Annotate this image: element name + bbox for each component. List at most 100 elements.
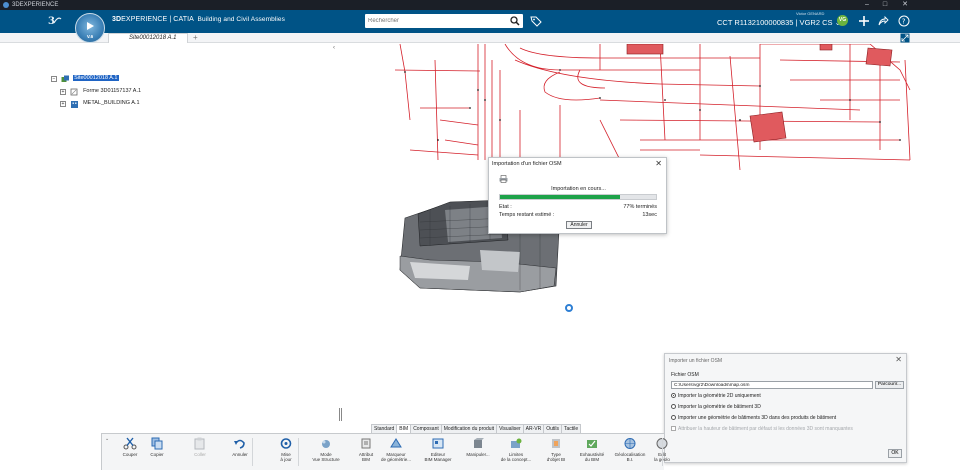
site-node-icon (61, 75, 69, 82)
cancel-button[interactable]: Annuler (566, 221, 592, 229)
bim-completeness-tool-button[interactable]: Exhaustivité du BIM (572, 437, 612, 462)
radio-icon[interactable] (671, 404, 676, 410)
search-icon[interactable] (510, 15, 520, 27)
search-input[interactable] (368, 15, 508, 27)
option-2d-only[interactable]: Importer la géométrie 2D uniquement (671, 393, 761, 399)
minimize-icon[interactable]: – (858, 0, 876, 10)
tree-label[interactable]: METAL_BUILDING A.1 (82, 100, 140, 106)
paste-tool-button[interactable]: Coller (180, 437, 220, 457)
option-3d-in-products[interactable]: Importer une géométrie de bâtiments 3D d… (671, 415, 836, 421)
close-icon[interactable]: ✕ (655, 159, 662, 168)
expand-toggle-icon[interactable]: + (60, 100, 66, 107)
maximize-icon[interactable]: □ (876, 0, 894, 10)
tab-composant[interactable]: Composant (410, 424, 442, 433)
option-label: Importer une géométrie de bâtiments 3D d… (678, 415, 837, 421)
osm-file-path-input[interactable] (671, 381, 873, 389)
manipulate-icon (471, 437, 485, 450)
progress-status: Importation en cours... (551, 186, 606, 192)
add-tab-button[interactable]: + (193, 33, 198, 42)
geolocation-icon (623, 437, 637, 450)
panel-splitter-icon[interactable]: ‹ (333, 45, 335, 51)
ds-logo-icon: 3 (48, 14, 62, 29)
tool-label: Coller (194, 452, 206, 457)
tab-site-document[interactable]: Site00012018 A.1 (108, 33, 188, 43)
close-icon[interactable]: ✕ (896, 0, 914, 10)
browse-button[interactable]: Parcourir... (875, 381, 904, 389)
brand-rest: EXPERIENCE | CATIA (121, 16, 194, 23)
tab-modification-du-produit[interactable]: Modification du produit (440, 424, 498, 433)
bim-manager-tool-button[interactable]: Editeur BIM Manager (418, 437, 458, 462)
app-window: 3DEXPERIENCE – □ ✕ 3 3DEXPERIENCE | CATI… (0, 0, 960, 470)
tool-label-line2: à jour (280, 457, 292, 462)
close-icon[interactable]: ✕ (895, 355, 902, 364)
object-type-tool-button[interactable]: Type d'objet BI (536, 437, 576, 462)
compass-widget[interactable]: V.6 (75, 13, 105, 43)
panel-title: Importer un fichier OSM (669, 358, 723, 364)
fullscreen-icon[interactable] (900, 33, 910, 43)
osm-import-panel: Importer un fichier OSM ✕ Fichier OSM Pa… (664, 353, 907, 463)
default-height-checkbox-row[interactable]: Attribuer la hauteur de bâtiment par déf… (671, 426, 853, 432)
copy-tool-button[interactable]: Copier (137, 437, 177, 457)
option-label: Importer la géométrie de bâtiment 3D (678, 404, 761, 410)
checkbox-icon[interactable] (671, 426, 676, 432)
undo-tool-button[interactable]: Annuler (220, 437, 260, 457)
tab-ar-vr[interactable]: AR-VR (522, 424, 545, 433)
toolbar-separator (252, 438, 253, 466)
compass-version: V.6 (86, 34, 94, 39)
option-label: Importer la géométrie 2D uniquement (678, 393, 761, 399)
bim-attribute-icon (359, 437, 373, 450)
checkbox-label: Attribuer la hauteur de bâtiment par déf… (678, 426, 853, 432)
bim-completeness-icon (585, 437, 599, 450)
tree-label[interactable]: Forme 3D01157137 A.1 (82, 88, 142, 94)
add-icon[interactable] (858, 15, 870, 27)
manipulate-tool-button[interactable]: Manipuler... (458, 437, 498, 457)
import-progress-dialog: Importation d'un fichier OSM ✕ Importati… (488, 157, 667, 234)
username: Victor GENARD (796, 11, 825, 16)
tool-label-line2: BIM Manager (424, 457, 452, 462)
tool-label: Manipuler... (466, 452, 490, 457)
toolbar-separator (298, 438, 299, 466)
tree-node-site[interactable]: − Site00012018 A.1 (51, 74, 119, 83)
geometry-marker-tool-button[interactable]: Marqueur de géométrie... (376, 437, 416, 462)
app-header: 3 3DEXPERIENCE | CATIA Building and Civi… (0, 10, 960, 33)
radio-icon[interactable] (671, 415, 676, 421)
tag-icon[interactable] (530, 15, 542, 27)
tab-outils[interactable]: Outils (543, 424, 563, 433)
ok-button[interactable]: OK (888, 449, 902, 458)
collaborative-space-selector[interactable]: CCT R1132100000835 | VGR2 CS ⌄ (717, 18, 841, 27)
compass-play-icon (87, 22, 94, 30)
tool-label-line2: de la concept... (500, 457, 532, 462)
tab-bim[interactable]: BIM (396, 424, 412, 433)
busy-cursor-icon (565, 304, 573, 312)
tree-node-form[interactable]: + Forme 3D01157137 A.1 (60, 87, 142, 96)
svg-text:?: ? (902, 18, 906, 26)
chevron-down-icon[interactable]: ⌄ (105, 436, 109, 442)
tab-visualiser[interactable]: Visualiser (496, 424, 524, 433)
os-window-title: 3DEXPERIENCE (12, 2, 59, 8)
bottom-splitter-handle[interactable] (339, 408, 342, 421)
tab-tactile[interactable]: Tactile (561, 424, 582, 433)
action-bar: ⌄ Couper Copier Coller Annuler Mise à jour Mod… (101, 433, 670, 470)
radio-selected-icon[interactable] (671, 393, 676, 399)
tab-standard[interactable]: Standard (371, 424, 398, 433)
help-icon[interactable]: ? (898, 15, 910, 27)
update-tool-button[interactable]: Mise à jour (266, 437, 306, 462)
option-3d-geometry[interactable]: Importer la géométrie de bâtiment 3D (671, 404, 761, 410)
paste-icon (193, 437, 207, 450)
object-type-icon (549, 437, 563, 450)
progress-bar (499, 194, 657, 200)
avatar[interactable]: VG (837, 15, 848, 26)
remaining-value: 13sec (642, 212, 657, 218)
expand-toggle-icon[interactable]: + (60, 88, 66, 95)
collapse-toggle-icon[interactable]: − (51, 75, 57, 82)
share-icon[interactable] (877, 15, 889, 27)
app-subtitle: Building and Civil Assemblies (197, 16, 285, 23)
design-limits-tool-button[interactable]: Limites de la concept... (496, 437, 536, 462)
tree-label[interactable]: Site00012018 A.1 (73, 75, 119, 81)
structure-view-tool-button[interactable]: Mode Vue Structure (306, 437, 346, 462)
undo-icon (233, 437, 247, 450)
tree-node-metal-building[interactable]: + METAL_BUILDING A.1 (60, 99, 141, 108)
app-title: 3DEXPERIENCE | CATIA Building and Civil … (112, 16, 285, 23)
design-limits-icon (509, 437, 523, 450)
tool-label-line2: Vue Structure (312, 457, 340, 462)
